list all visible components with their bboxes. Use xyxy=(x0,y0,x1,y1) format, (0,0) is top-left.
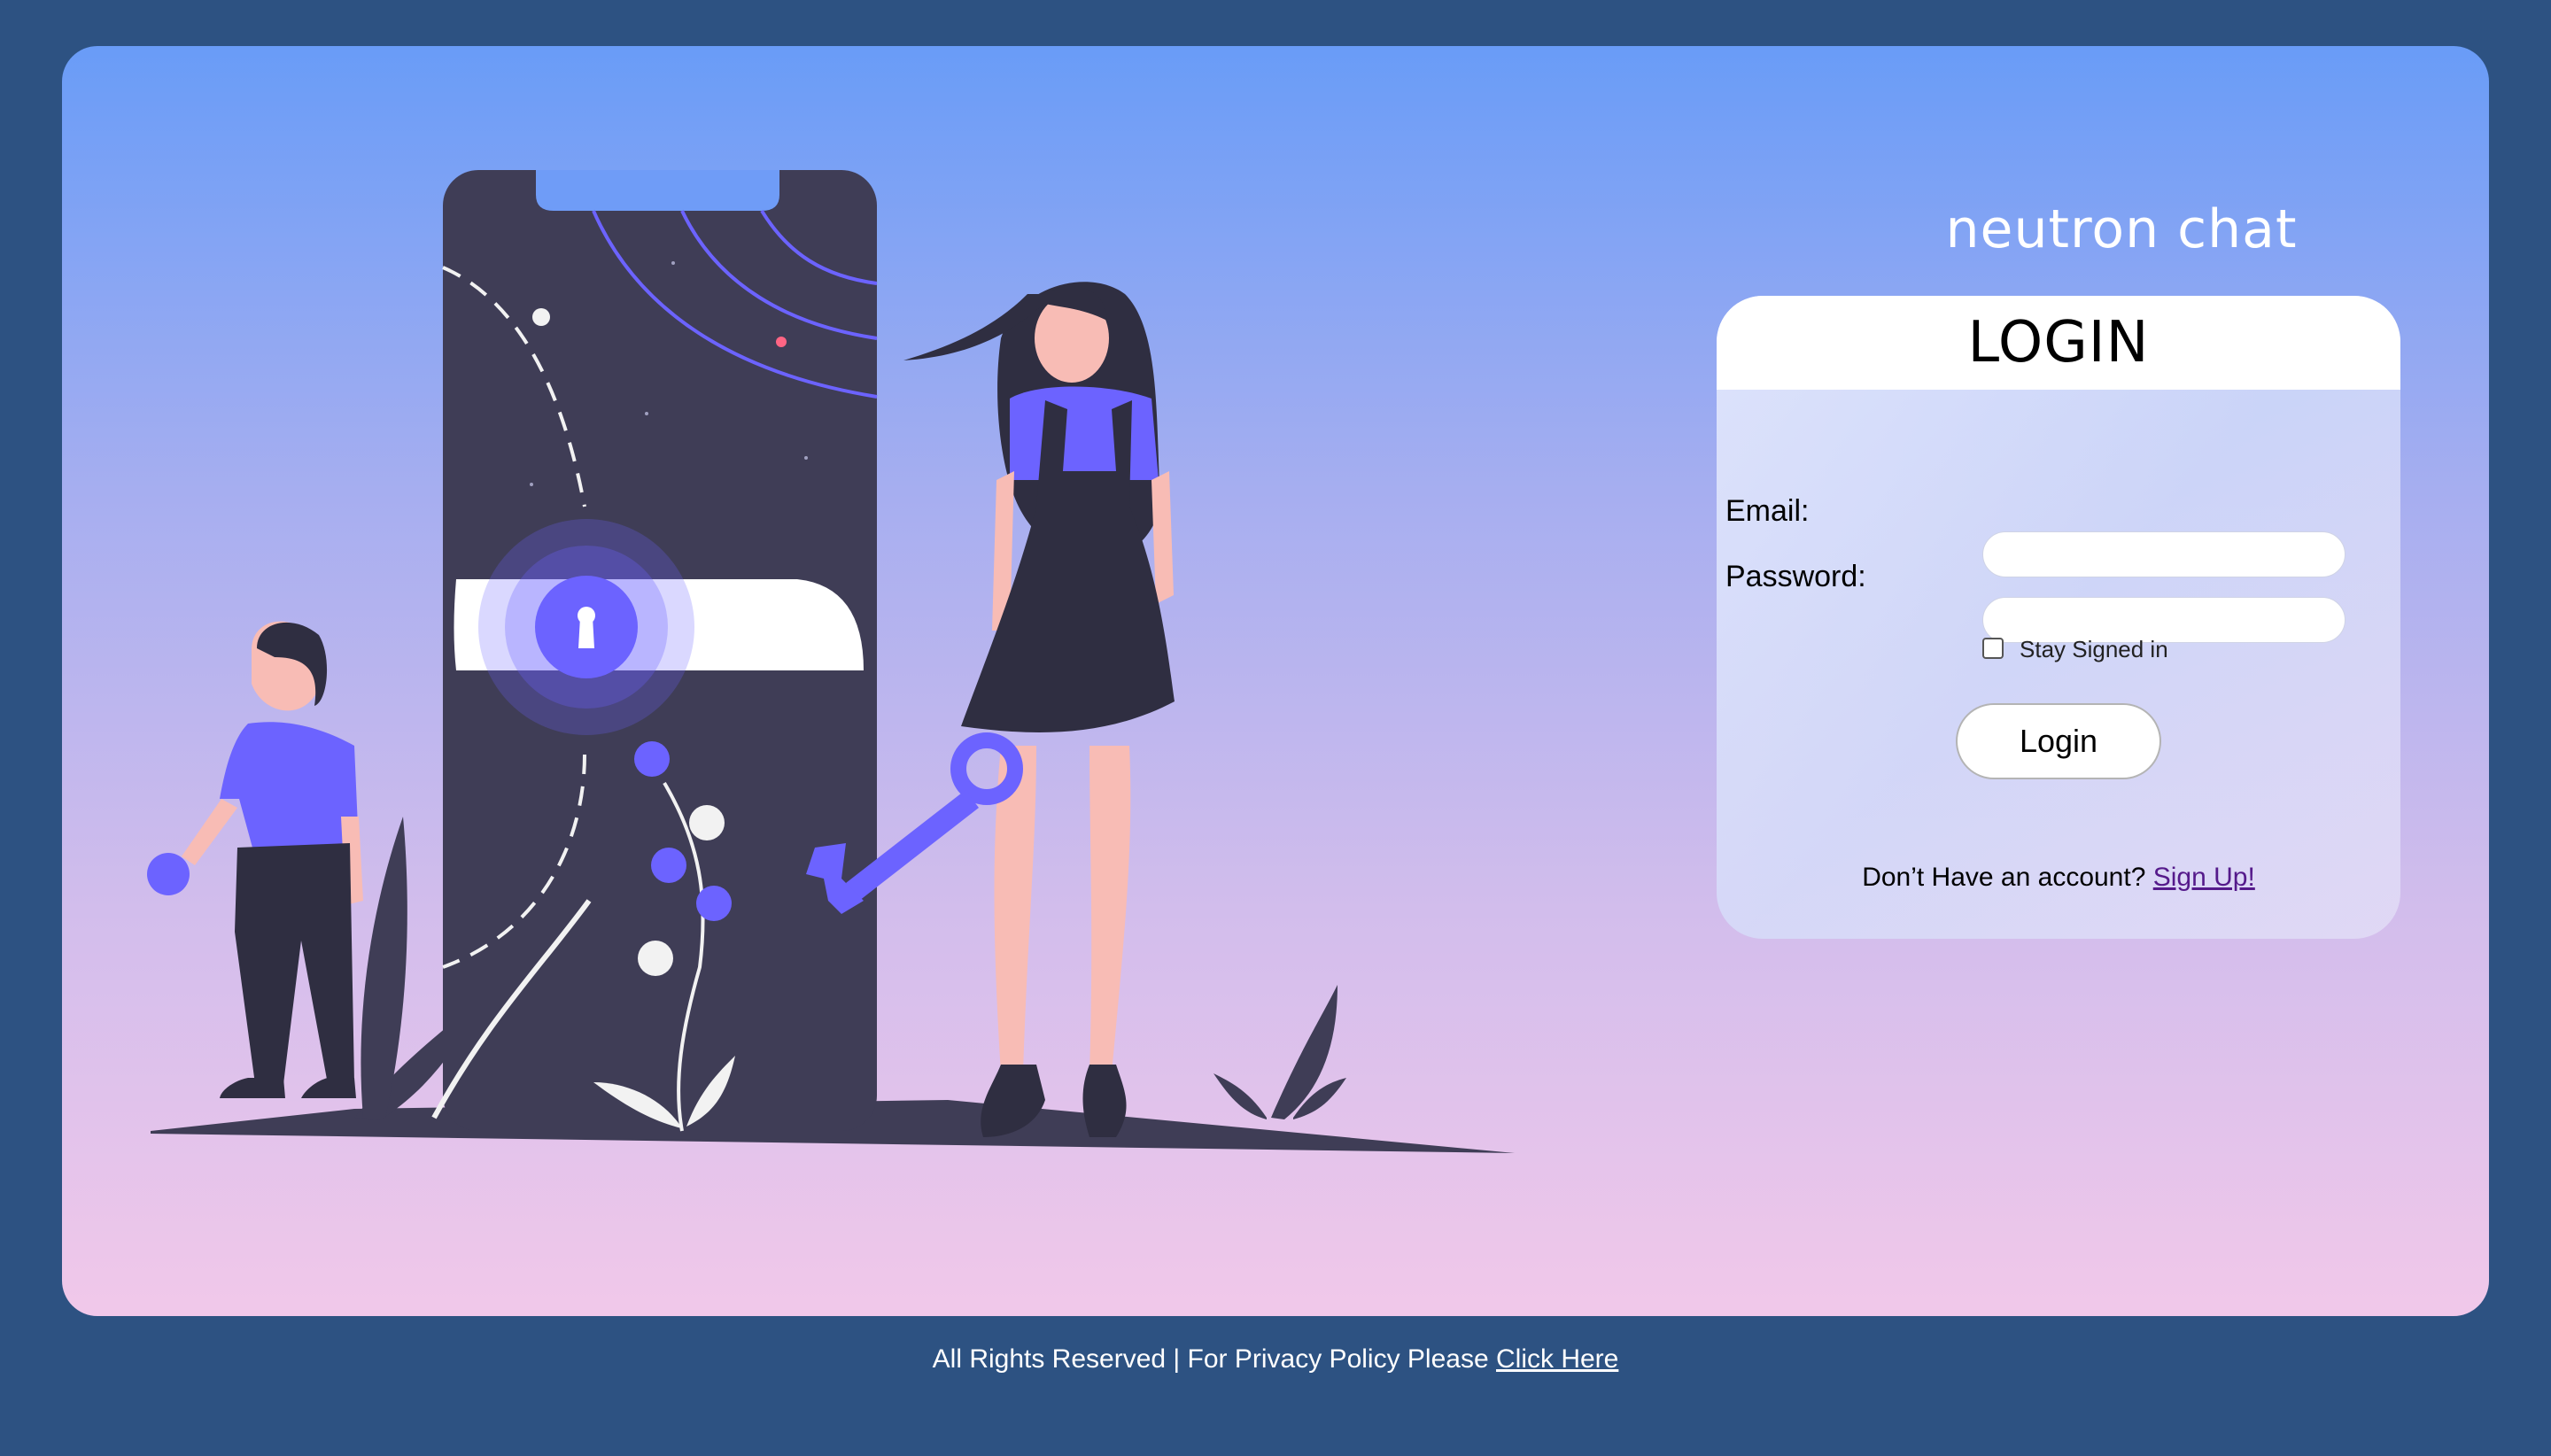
email-field[interactable] xyxy=(1982,531,2346,577)
signup-prompt: Don’t Have an account? xyxy=(1862,863,2146,892)
phone-lock-key-illustration xyxy=(147,170,1515,1153)
privacy-policy-link[interactable]: Click Here xyxy=(1496,1344,1618,1374)
footer: All Rights Reserved | For Privacy Policy… xyxy=(0,1344,2551,1375)
stay-signed-checkbox[interactable] xyxy=(1982,638,2004,659)
signup-line: Don’t Have an account? Sign Up! xyxy=(1717,863,2400,893)
app-brand-title: neutron chat xyxy=(1945,198,2298,260)
login-card: LOGIN Email: Password: Stay Signed in Lo… xyxy=(1717,296,2400,939)
password-label: Password: xyxy=(1725,560,1866,593)
main-card: neutron chat LOGIN Email: Password: Stay… xyxy=(62,46,2489,1316)
login-heading: LOGIN xyxy=(1717,296,2400,390)
stay-signed-label: Stay Signed in xyxy=(2020,636,2168,662)
email-label: Email: xyxy=(1725,494,1810,528)
footer-text: All Rights Reserved | For Privacy Policy… xyxy=(932,1344,1489,1374)
signup-link[interactable]: Sign Up! xyxy=(2153,863,2255,892)
login-button[interactable]: Login xyxy=(1956,703,2161,779)
